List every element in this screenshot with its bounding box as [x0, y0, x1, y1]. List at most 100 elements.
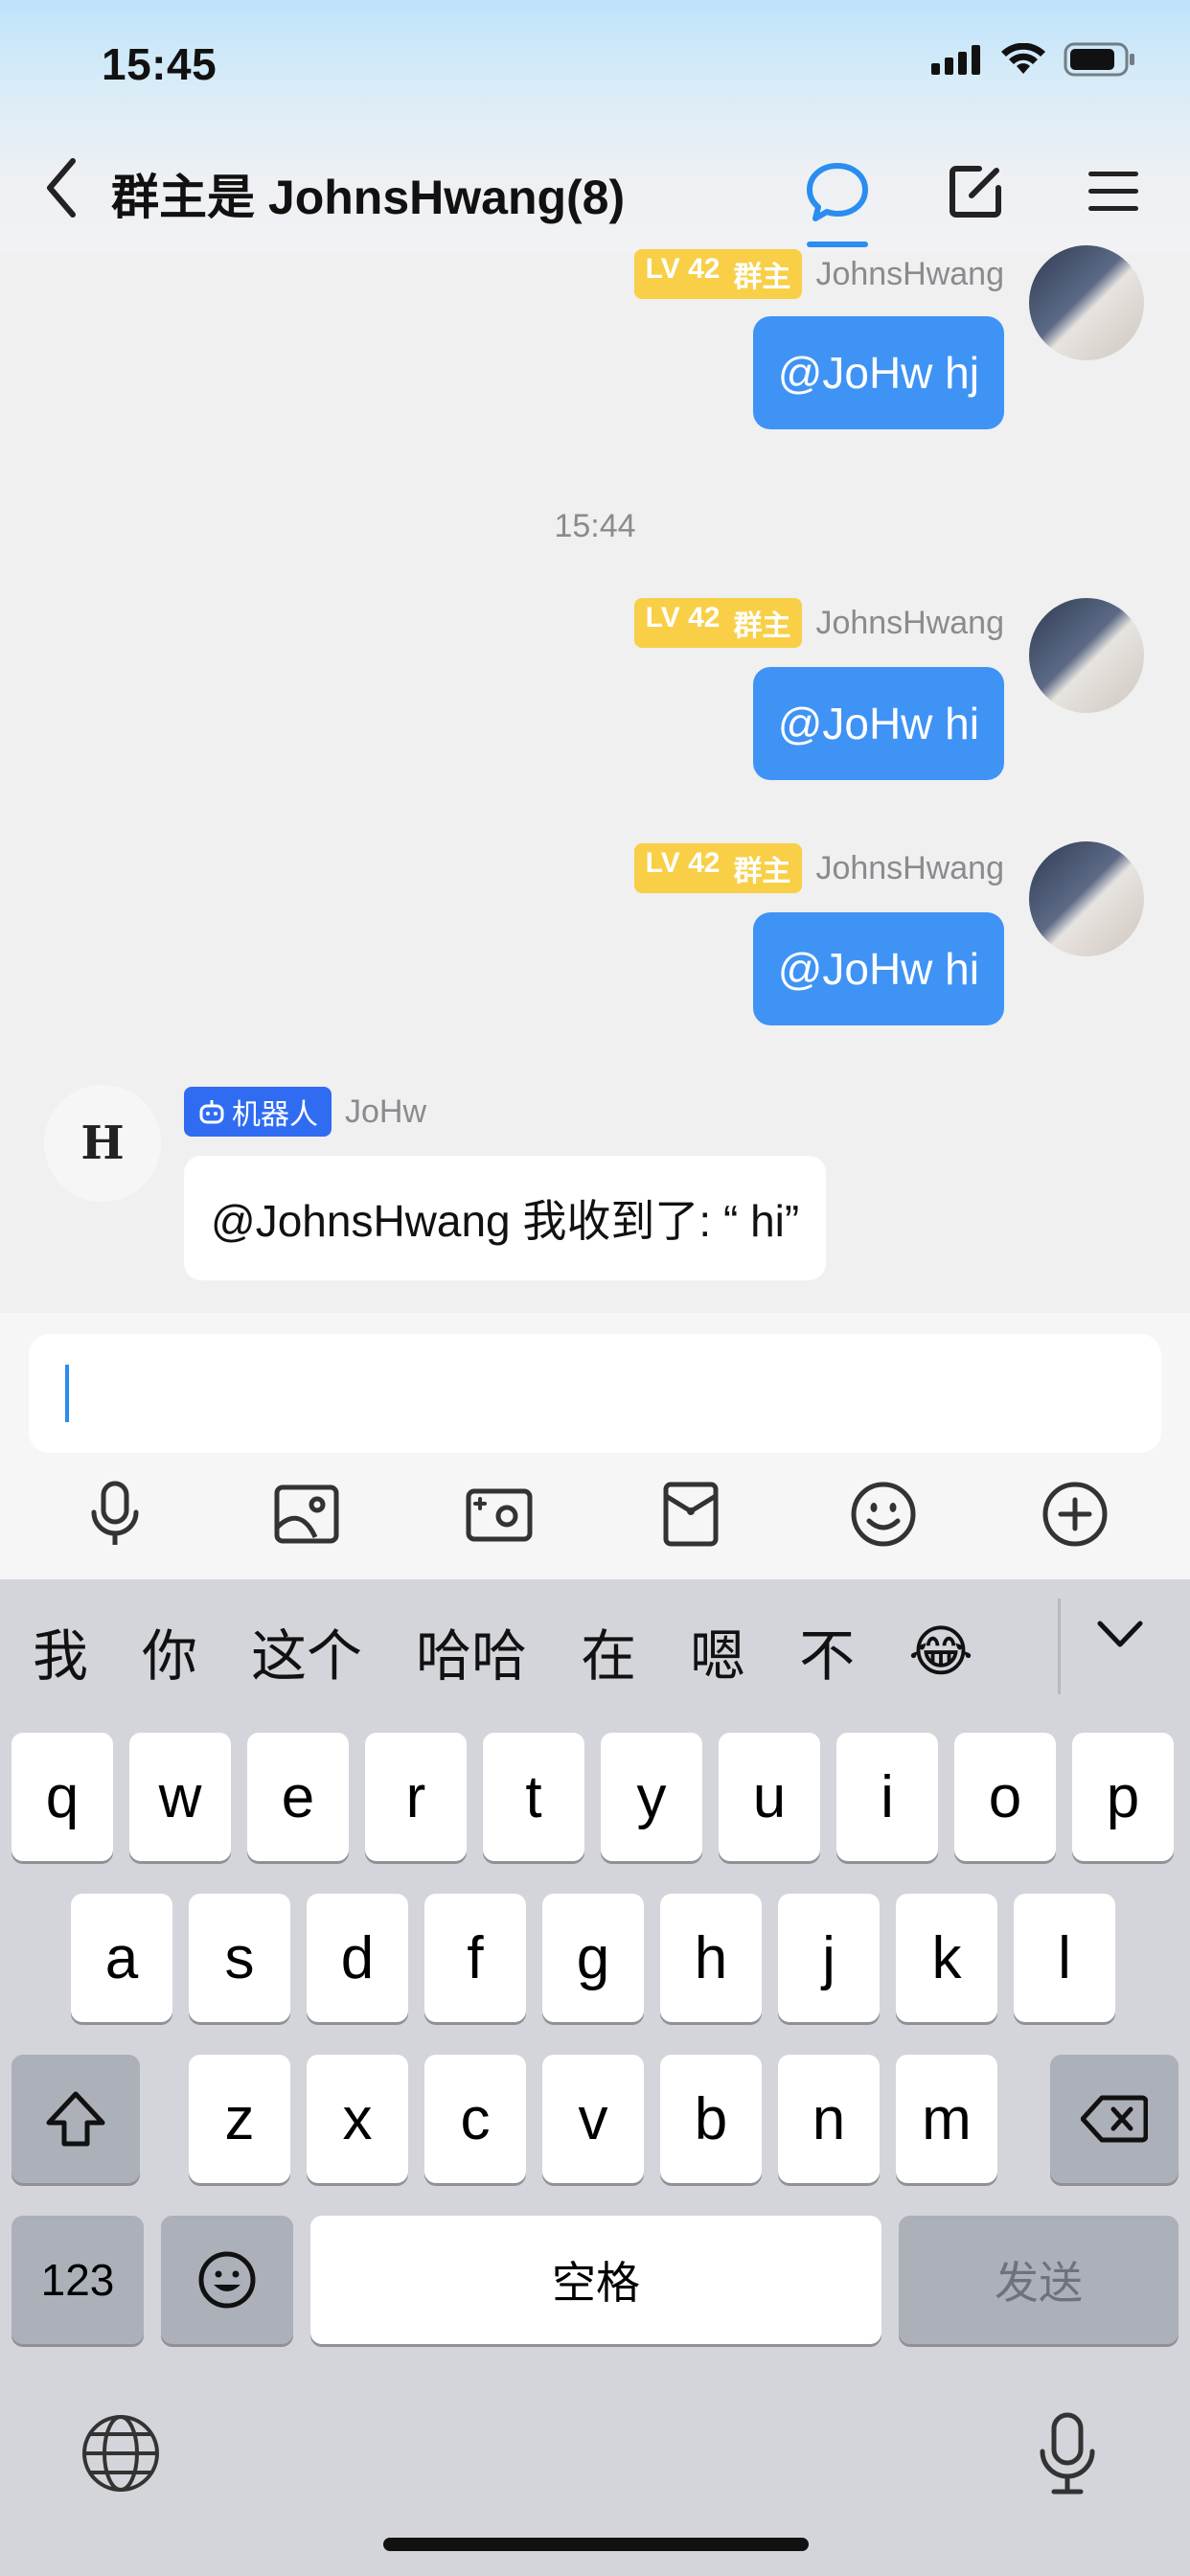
numbers-key[interactable]: 123 [11, 2216, 144, 2344]
bot-badge: 机器人 [184, 1087, 332, 1137]
candidate[interactable]: 嗯 [663, 1611, 772, 1691]
microphone-icon [1040, 2412, 1095, 2495]
home-indicator[interactable] [383, 2538, 809, 2551]
shift-key[interactable] [11, 2055, 140, 2183]
key-c[interactable]: c [424, 2055, 526, 2183]
chevron-down-icon [1097, 1621, 1143, 1647]
key-v[interactable]: v [542, 2055, 644, 2183]
key-f[interactable]: f [424, 1894, 526, 2022]
key-q[interactable]: q [11, 1733, 113, 1861]
level-badge: LV 42 群主 [633, 249, 803, 299]
chat-bubble-button[interactable] [799, 153, 876, 247]
robot-icon [199, 1100, 224, 1124]
message-bubble[interactable]: @JohnsHwang 我收到了: “ hi” [184, 1156, 827, 1280]
image-button[interactable] [268, 1476, 345, 1552]
menu-button[interactable] [1075, 153, 1152, 230]
candidate-bar: 我 你 这个 哈哈 在 嗯 不 😂 [0, 1579, 1190, 1723]
globe-button[interactable] [80, 2413, 161, 2498]
sender-name: JohnsHwang [815, 849, 1004, 886]
bot-avatar-letter: H [80, 1116, 125, 1170]
level-badge: LV 42 群主 [633, 598, 803, 648]
backspace-icon [1081, 2095, 1148, 2143]
message-list[interactable]: LV 42 群主 JohnsHwang @JoHw hj 15:44 LV 42… [0, 245, 1190, 1313]
signal-icon [931, 45, 980, 75]
sender-name: JohnsHwang [815, 255, 1004, 292]
message-meta: LV 42 群主 JohnsHwang [633, 249, 1004, 299]
key-m[interactable]: m [896, 2055, 997, 2183]
candidate[interactable]: 在 [554, 1611, 663, 1691]
key-u[interactable]: u [719, 1733, 820, 1861]
camera-icon [466, 1488, 533, 1542]
message-bubble[interactable]: @JoHw hj [752, 316, 1004, 429]
key-d[interactable]: d [307, 1894, 408, 2022]
avatar[interactable] [1029, 841, 1144, 956]
message-bubble[interactable]: @JoHw hi [752, 912, 1004, 1025]
level-text: LV 42 [645, 602, 721, 633]
composer [0, 1313, 1190, 1579]
candidate[interactable]: 这个 [224, 1611, 389, 1691]
send-key[interactable]: 发送 [899, 2216, 1179, 2344]
edit-button[interactable] [937, 153, 1014, 230]
candidate[interactable]: 不 [772, 1611, 881, 1691]
chat-title: 群主是 JohnsHwang(8) [111, 171, 626, 224]
emoji-button[interactable] [845, 1476, 922, 1552]
key-y[interactable]: y [601, 1733, 702, 1861]
text-caret [65, 1365, 69, 1422]
image-icon [274, 1484, 339, 1544]
key-w[interactable]: w [129, 1733, 231, 1861]
candidate[interactable]: 你 [115, 1611, 224, 1691]
level-text: LV 42 [645, 253, 721, 285]
message-input[interactable] [29, 1334, 1161, 1453]
key-h[interactable]: h [660, 1894, 762, 2022]
voice-button[interactable] [77, 1476, 153, 1552]
globe-icon [82, 2415, 159, 2492]
key-j[interactable]: j [778, 1894, 880, 2022]
role-text: 群主 [733, 856, 791, 887]
keyboard: 我 你 这个 哈哈 在 嗯 不 😂 q w e r t y u i o p a … [0, 1579, 1190, 2576]
key-x[interactable]: x [307, 2055, 408, 2183]
emoji-key[interactable] [161, 2216, 293, 2344]
message-meta: 机器人 JoHw [184, 1087, 426, 1137]
candidate[interactable]: 哈哈 [389, 1611, 554, 1691]
message-meta: LV 42 群主 JohnsHwang [633, 598, 1004, 648]
key-i[interactable]: i [836, 1733, 938, 1861]
level-text: LV 42 [645, 847, 721, 879]
nav-actions [799, 153, 1152, 247]
shift-icon [46, 2091, 105, 2147]
key-n[interactable]: n [778, 2055, 880, 2183]
key-l[interactable]: l [1014, 1894, 1115, 2022]
role-text: 群主 [733, 262, 791, 293]
space-key[interactable]: 空格 [310, 2216, 881, 2344]
red-packet-button[interactable] [652, 1476, 729, 1552]
divider [1058, 1598, 1061, 1694]
dictation-button[interactable] [1035, 2411, 1100, 2502]
top-bar: 15:45 群主是 JohnsHwang(8) [0, 0, 1190, 253]
key-t[interactable]: t [483, 1733, 584, 1861]
back-button[interactable] [38, 153, 84, 222]
candidate[interactable]: 我 [0, 1611, 115, 1691]
delete-key[interactable] [1050, 2055, 1179, 2183]
key-e[interactable]: e [247, 1733, 349, 1861]
time-divider: 15:44 [554, 508, 636, 544]
message-meta: LV 42 群主 JohnsHwang [633, 843, 1004, 893]
more-button[interactable] [1037, 1476, 1113, 1552]
expand-candidates-button[interactable] [1096, 1618, 1144, 1655]
camera-button[interactable] [461, 1476, 538, 1552]
key-r[interactable]: r [365, 1733, 467, 1861]
key-g[interactable]: g [542, 1894, 644, 2022]
message-bubble[interactable]: @JoHw hi [752, 667, 1004, 780]
bot-badge-text: 机器人 [232, 1099, 318, 1131]
avatar[interactable] [1029, 598, 1144, 713]
key-o[interactable]: o [954, 1733, 1056, 1861]
key-z[interactable]: z [189, 2055, 290, 2183]
key-k[interactable]: k [896, 1894, 997, 2022]
key-a[interactable]: a [71, 1894, 172, 2022]
key-p[interactable]: p [1072, 1733, 1174, 1861]
key-s[interactable]: s [189, 1894, 290, 2022]
bot-avatar[interactable]: H [44, 1085, 161, 1202]
microphone-icon [91, 1481, 139, 1545]
composer-tools [77, 1476, 1113, 1552]
key-b[interactable]: b [660, 2055, 762, 2183]
candidate[interactable]: 😂 [881, 1619, 1000, 1684]
avatar[interactable] [1029, 245, 1144, 360]
